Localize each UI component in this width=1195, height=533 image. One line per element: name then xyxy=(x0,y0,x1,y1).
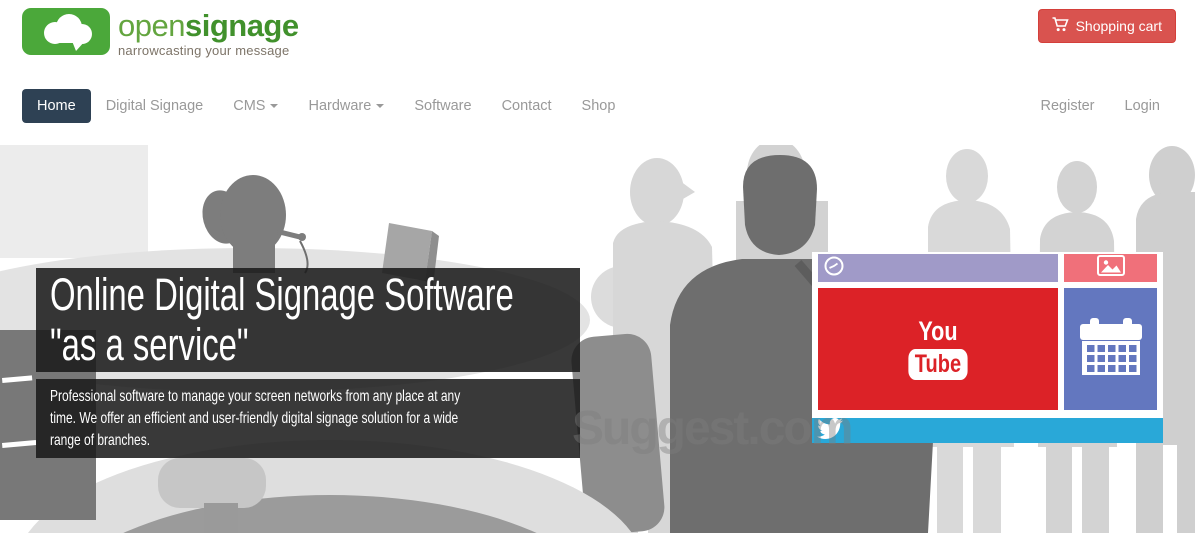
hero-description-line: Professional software to manage your scr… xyxy=(50,388,461,405)
main-nav: Home Digital Signage CMS Hardware Softwa… xyxy=(22,89,1175,123)
nav-list: Home Digital Signage CMS Hardware Softwa… xyxy=(22,89,630,123)
image-icon xyxy=(1096,255,1125,281)
mockup-calendar-tile xyxy=(1064,288,1157,410)
logo[interactable]: opensignage narrowcasting your message xyxy=(22,8,299,58)
nav-item-software[interactable]: Software xyxy=(399,89,486,123)
youtube-logo-you: You xyxy=(918,316,958,346)
clock-icon xyxy=(824,256,844,281)
youtube-logo-tube: Tube xyxy=(908,349,968,380)
nav-auth-list: Register Login xyxy=(1026,89,1175,123)
nav-item-home[interactable]: Home xyxy=(22,89,91,123)
watermark: Suggest.com xyxy=(572,402,853,455)
hero-title: Online Digital Signage Software "as a se… xyxy=(36,268,580,372)
hero-title-line1: Online Digital Signage Software xyxy=(50,269,514,320)
mockup-youtube-tile: You Tube xyxy=(818,288,1058,410)
mockup-ticker-bar xyxy=(818,254,1058,282)
nav-item-cms-label: CMS xyxy=(233,98,266,114)
logo-wordmark: opensignage narrowcasting your message xyxy=(118,8,299,58)
nav-item-shop[interactable]: Shop xyxy=(567,89,631,123)
chevron-down-icon xyxy=(270,104,279,109)
chevron-down-icon xyxy=(376,104,385,109)
nav-item-contact[interactable]: Contact xyxy=(487,89,567,123)
shopping-cart-icon xyxy=(1052,17,1069,35)
nav-item-digital-signage[interactable]: Digital Signage xyxy=(91,89,219,123)
nav-item-login[interactable]: Login xyxy=(1110,89,1175,123)
logo-word-open: open xyxy=(118,8,185,43)
screen-mockup: You Tube xyxy=(812,252,1163,443)
mockup-twitter-bar xyxy=(812,417,1163,443)
page: opensignage narrowcasting your message S… xyxy=(0,0,1195,533)
mockup-image-tile xyxy=(1064,254,1157,282)
hero-description-line: range of branches. xyxy=(50,432,151,449)
hero-description-line: time. We offer an efficient and user-fri… xyxy=(50,410,459,427)
logo-word-signage: signage xyxy=(184,8,299,43)
logo-cloud-icon xyxy=(22,8,110,55)
youtube-logo: You Tube xyxy=(908,316,968,380)
nav-item-hardware-label: Hardware xyxy=(308,98,372,114)
shopping-cart-button[interactable]: Shopping cart xyxy=(1037,9,1176,43)
cart-label: Shopping cart xyxy=(1075,18,1162,34)
calendar-icon xyxy=(1079,318,1142,380)
nav-item-hardware[interactable]: Hardware xyxy=(293,89,399,123)
nav-item-register[interactable]: Register xyxy=(1026,89,1110,123)
hero-description: Professional software to manage your scr… xyxy=(36,379,580,458)
hero-title-line2: "as a service" xyxy=(50,319,249,370)
nav-item-cms[interactable]: CMS xyxy=(218,89,293,123)
hero: Online Digital Signage Software "as a se… xyxy=(0,145,1195,533)
logo-tagline: narrowcasting your message xyxy=(118,43,290,58)
